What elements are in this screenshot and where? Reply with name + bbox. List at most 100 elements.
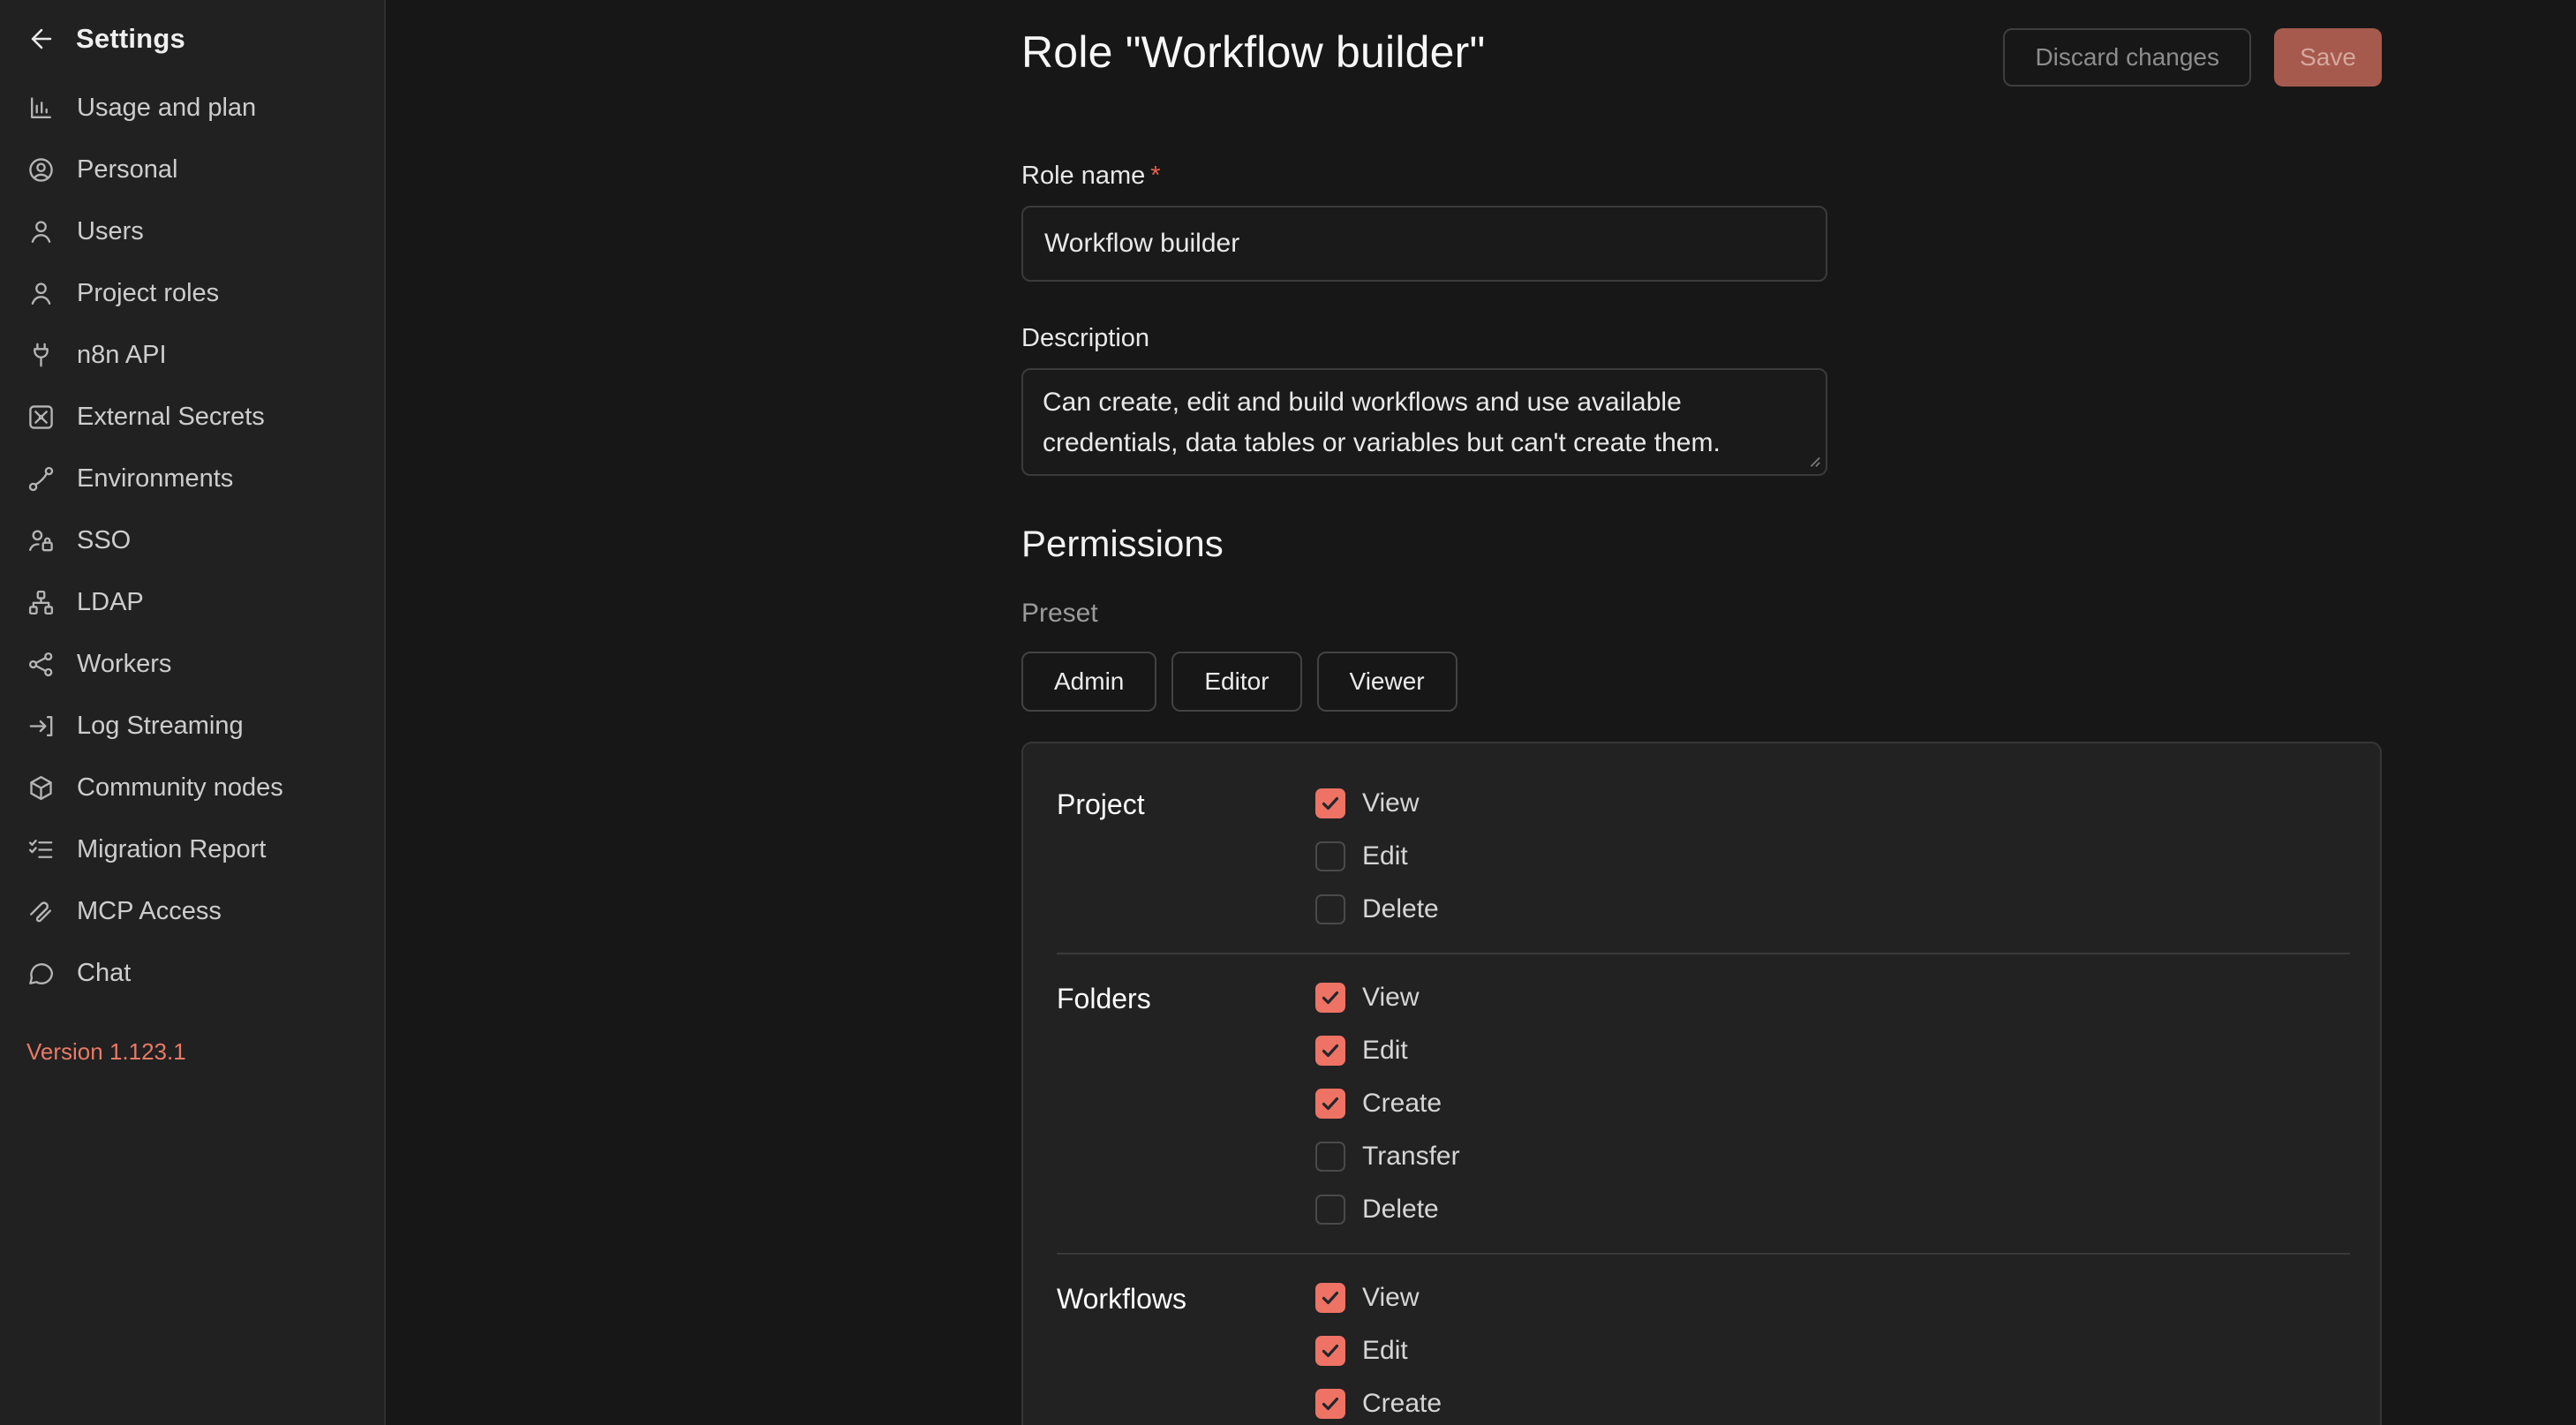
- sidebar-item-environments[interactable]: Environments: [0, 448, 384, 509]
- permission-row-folders-edit[interactable]: Edit: [1315, 1036, 1460, 1066]
- permission-row-workflows-edit[interactable]: Edit: [1315, 1336, 1442, 1366]
- permission-row-folders-delete[interactable]: Delete: [1315, 1195, 1460, 1225]
- sidebar-item-label: SSO: [77, 526, 131, 555]
- permission-section-project: Project View Edit Delete: [1057, 788, 2346, 924]
- sidebar-item-workers[interactable]: Workers: [0, 633, 384, 695]
- mcp-icon: [26, 897, 56, 926]
- sidebar-item-project-roles[interactable]: Project roles: [0, 262, 384, 324]
- sidebar-item-external-secrets[interactable]: External Secrets: [0, 386, 384, 448]
- user-lock-icon: [26, 526, 56, 555]
- permission-checkbox-list: View Edit Delete: [1315, 788, 1439, 924]
- sidebar-item-label: Chat: [77, 959, 131, 988]
- preset-label: Preset: [1021, 599, 1098, 629]
- permission-row-folders-transfer[interactable]: Transfer: [1315, 1142, 1460, 1172]
- checkbox-label[interactable]: Delete: [1362, 1195, 1439, 1225]
- settings-sidebar: Settings Usage and plan Personal Users Proj…: [0, 0, 386, 1425]
- checkbox-checked[interactable]: [1315, 983, 1345, 1013]
- sidebar-item-sso[interactable]: SSO: [0, 509, 384, 571]
- sidebar-item-community-nodes[interactable]: Community nodes: [0, 757, 384, 818]
- sidebar-item-label: Personal: [77, 155, 177, 185]
- sidebar-nav: Usage and plan Personal Users Project roles…: [0, 77, 384, 1004]
- preset-button-viewer[interactable]: Viewer: [1317, 652, 1457, 712]
- checkbox-label[interactable]: Delete: [1362, 894, 1439, 924]
- sidebar-item-ldap[interactable]: LDAP: [0, 571, 384, 633]
- sidebar-item-mcp-access[interactable]: MCP Access: [0, 880, 384, 942]
- vault-icon: [26, 403, 56, 432]
- sidebar-item-chat[interactable]: Chat: [0, 942, 384, 1004]
- sidebar-item-label: External Secrets: [77, 403, 265, 432]
- checkbox-label[interactable]: View: [1362, 983, 1419, 1013]
- checkbox-label[interactable]: View: [1362, 788, 1419, 818]
- version-label: Version 1.123.1: [26, 1038, 186, 1066]
- permission-row-workflows-view[interactable]: View: [1315, 1283, 1442, 1313]
- chart-column-icon: [26, 94, 56, 123]
- save-button[interactable]: Save: [2274, 28, 2382, 87]
- checkbox-label[interactable]: Create: [1362, 1389, 1442, 1419]
- section-divider: [1057, 953, 2350, 954]
- sidebar-item-label: Environments: [77, 464, 233, 494]
- checkbox-label[interactable]: Create: [1362, 1089, 1442, 1119]
- role-name-input[interactable]: [1021, 206, 1827, 282]
- checkbox-unchecked[interactable]: [1315, 1195, 1345, 1225]
- permission-section-title: Workflows: [1057, 1283, 1315, 1419]
- header-actions: Discard changes Save: [2003, 28, 2382, 87]
- permission-row-folders-create[interactable]: Create: [1315, 1089, 1460, 1119]
- permission-row-folders-view[interactable]: View: [1315, 983, 1460, 1013]
- settings-back-header[interactable]: Settings: [0, 0, 384, 55]
- checkbox-checked[interactable]: [1315, 1089, 1345, 1119]
- sidebar-item-migration-report[interactable]: Migration Report: [0, 818, 384, 880]
- sidebar-item-usage-and-plan[interactable]: Usage and plan: [0, 77, 384, 139]
- chat-bubble-icon: [26, 959, 56, 988]
- preset-button-editor[interactable]: Editor: [1171, 652, 1301, 712]
- checkbox-label[interactable]: Edit: [1362, 1036, 1408, 1066]
- preset-button-admin[interactable]: Admin: [1021, 652, 1156, 712]
- permission-checkbox-list: View Edit Create Transfer Delete: [1315, 983, 1460, 1225]
- required-asterisk: *: [1150, 162, 1160, 190]
- checkbox-checked[interactable]: [1315, 1336, 1345, 1366]
- sidebar-item-n8n-api[interactable]: n8n API: [0, 324, 384, 386]
- permission-row-project-view[interactable]: View: [1315, 788, 1439, 818]
- sidebar-item-log-streaming[interactable]: Log Streaming: [0, 695, 384, 757]
- role-name-label: Role name*: [1021, 162, 1161, 191]
- checkbox-label[interactable]: View: [1362, 1283, 1419, 1313]
- permission-row-workflows-create[interactable]: Create: [1315, 1389, 1442, 1419]
- permission-checkbox-list: View Edit Create: [1315, 1283, 1442, 1419]
- checkbox-unchecked[interactable]: [1315, 894, 1345, 924]
- sidebar-item-label: Usage and plan: [77, 94, 256, 123]
- permission-row-project-edit[interactable]: Edit: [1315, 841, 1439, 871]
- checkbox-unchecked[interactable]: [1315, 1142, 1345, 1172]
- sidebar-item-label: MCP Access: [77, 897, 222, 926]
- permission-section-title: Folders: [1057, 983, 1315, 1225]
- arrow-left-icon: [26, 24, 56, 54]
- sitemap-icon: [26, 588, 56, 617]
- checkbox-checked[interactable]: [1315, 788, 1345, 818]
- sidebar-item-label: Community nodes: [77, 773, 283, 803]
- sidebar-item-label: Workers: [77, 650, 171, 679]
- permission-section-folders: Folders View Edit Create Transfer Delete: [1057, 983, 2346, 1225]
- sidebar-item-label: n8n API: [77, 341, 167, 370]
- sidebar-item-label: Log Streaming: [77, 712, 244, 741]
- sidebar-item-label: Project roles: [77, 279, 219, 308]
- permissions-heading: Permissions: [1021, 523, 1224, 565]
- sidebar-item-personal[interactable]: Personal: [0, 139, 384, 200]
- git-branch-icon: [26, 464, 56, 494]
- discard-changes-button[interactable]: Discard changes: [2003, 28, 2251, 87]
- list-check-icon: [26, 835, 56, 864]
- description-field-wrap: [1021, 368, 1827, 476]
- log-in-icon: [26, 712, 56, 741]
- cube-icon: [26, 773, 56, 803]
- checkbox-label[interactable]: Edit: [1362, 1336, 1408, 1366]
- checkbox-checked[interactable]: [1315, 1283, 1345, 1313]
- checkbox-label[interactable]: Transfer: [1362, 1142, 1460, 1172]
- permission-section-title: Project: [1057, 788, 1315, 924]
- user-circle-icon: [26, 155, 56, 185]
- sidebar-item-users[interactable]: Users: [0, 200, 384, 262]
- checkbox-checked[interactable]: [1315, 1036, 1345, 1066]
- checkbox-unchecked[interactable]: [1315, 841, 1345, 871]
- checkbox-label[interactable]: Edit: [1362, 841, 1408, 871]
- checkbox-checked[interactable]: [1315, 1389, 1345, 1419]
- permissions-panel: Project View Edit Delete Folders View Edit Crea…: [1021, 742, 2382, 1425]
- permission-row-project-delete[interactable]: Delete: [1315, 894, 1439, 924]
- user-icon: [26, 279, 56, 308]
- description-textarea[interactable]: [1021, 368, 1827, 476]
